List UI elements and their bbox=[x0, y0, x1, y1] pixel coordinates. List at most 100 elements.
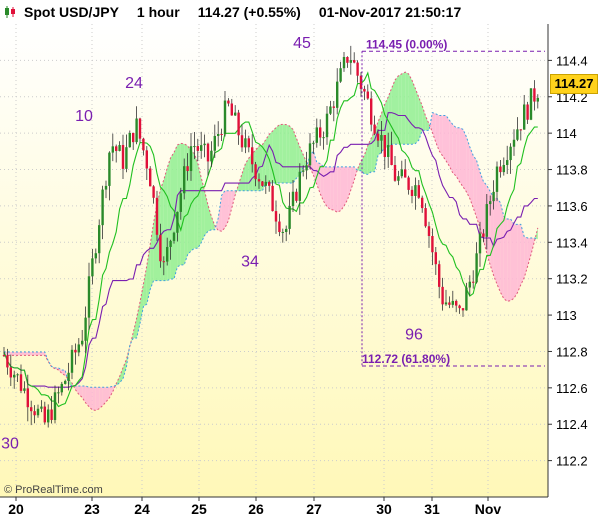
candle-body bbox=[353, 60, 356, 63]
candle-body bbox=[281, 231, 284, 233]
candle-body bbox=[356, 62, 359, 76]
cloud-segment bbox=[7, 351, 11, 356]
candle-body bbox=[43, 406, 46, 423]
candle-body bbox=[26, 388, 29, 408]
candle-body bbox=[57, 392, 60, 394]
candle-body bbox=[2, 355, 6, 357]
candle-body bbox=[529, 88, 533, 120]
candle-body bbox=[152, 186, 155, 198]
candle-body bbox=[108, 152, 111, 186]
candle-body bbox=[427, 226, 431, 237]
watermark: © ProRealTime.com bbox=[4, 484, 103, 496]
cloud-segment bbox=[337, 166, 341, 213]
candle-body bbox=[30, 407, 33, 412]
candle-body bbox=[36, 408, 40, 416]
candle-body bbox=[189, 146, 193, 172]
candle-body bbox=[482, 233, 485, 237]
candle-body bbox=[519, 129, 522, 131]
price-chart: 114.45 (0.00%) 112.72 (61.80%) 30 10 24 34 45… bbox=[0, 0, 600, 519]
cloud-segment bbox=[269, 131, 273, 184]
cloud-segment bbox=[459, 127, 463, 187]
cloud-segment bbox=[473, 155, 477, 218]
candle-body bbox=[200, 145, 203, 151]
candle-body bbox=[19, 374, 23, 391]
candle-body bbox=[33, 411, 36, 416]
cloud-segment bbox=[276, 124, 280, 184]
candle-body bbox=[104, 185, 108, 190]
candle-body bbox=[196, 146, 199, 151]
candle-body bbox=[193, 146, 196, 148]
candle-body bbox=[451, 300, 454, 305]
candle-body bbox=[115, 146, 118, 151]
candle-body bbox=[264, 181, 267, 186]
candle-body bbox=[138, 118, 142, 139]
cloud-segment bbox=[167, 157, 171, 281]
cloud-segment bbox=[99, 387, 103, 409]
candle-body bbox=[64, 380, 67, 384]
candle-body bbox=[315, 127, 318, 143]
cloud-segment bbox=[456, 127, 460, 182]
candle-body bbox=[312, 142, 315, 144]
candle-body bbox=[502, 164, 505, 173]
candle-body bbox=[111, 146, 114, 153]
candle-body bbox=[91, 258, 94, 277]
candle-body bbox=[288, 206, 291, 229]
candle-body bbox=[533, 88, 536, 102]
candle-body bbox=[444, 302, 448, 305]
candle-body bbox=[9, 367, 12, 378]
candle-body bbox=[155, 197, 159, 235]
y-tick-label: 113.8 bbox=[556, 163, 588, 178]
candle-body bbox=[244, 138, 247, 148]
cloud-segment bbox=[371, 131, 375, 172]
cloud-segment bbox=[293, 129, 297, 184]
candle-body bbox=[223, 100, 227, 135]
candle-body bbox=[67, 372, 70, 381]
quote-label: 114.27 (+0.55%) bbox=[197, 4, 301, 20]
candle-body bbox=[319, 127, 322, 138]
candle-body bbox=[393, 165, 397, 181]
candle-body bbox=[251, 147, 254, 165]
y-tick-label: 113 bbox=[556, 308, 577, 323]
candle-body bbox=[159, 234, 162, 262]
candle-body bbox=[506, 160, 509, 165]
candle-body bbox=[526, 104, 529, 120]
wave-label: 24 bbox=[125, 75, 143, 92]
cloud-segment bbox=[412, 80, 416, 145]
candle-body bbox=[145, 150, 148, 169]
candle-body bbox=[421, 197, 424, 209]
y-tick-label: 113.4 bbox=[556, 235, 588, 250]
candle-body bbox=[121, 145, 125, 169]
candle-body bbox=[53, 392, 57, 420]
cloud-segment bbox=[170, 152, 174, 279]
candle-body bbox=[489, 201, 492, 205]
candle-body bbox=[339, 68, 342, 82]
y-tick-label: 114.4 bbox=[556, 53, 588, 68]
candle-body bbox=[125, 147, 128, 169]
candle-body bbox=[176, 211, 179, 233]
cloud-segment bbox=[289, 126, 293, 184]
candle-body bbox=[349, 60, 352, 63]
candle-body bbox=[380, 135, 383, 141]
candle-body bbox=[329, 106, 332, 114]
cloud-segment bbox=[463, 129, 467, 192]
cloud-segment bbox=[221, 190, 225, 232]
candle-body bbox=[6, 355, 9, 368]
candle-body bbox=[400, 169, 403, 177]
candle-body bbox=[295, 191, 298, 201]
candle-body bbox=[206, 143, 210, 162]
cloud-segment bbox=[500, 202, 504, 299]
candle-body bbox=[230, 103, 233, 116]
cloud-segment bbox=[27, 351, 32, 356]
candle-body bbox=[172, 232, 176, 241]
candle-body bbox=[475, 253, 478, 283]
candle-body bbox=[461, 308, 465, 311]
candle-body bbox=[247, 138, 250, 148]
candle-body bbox=[509, 146, 512, 161]
candle-body bbox=[302, 170, 305, 172]
candle-body bbox=[149, 168, 152, 187]
candle-body bbox=[142, 138, 145, 151]
chart-root: 114.45 (0.00%) 112.72 (61.80%) 30 10 24 34 45… bbox=[0, 0, 600, 519]
candle-body bbox=[237, 112, 240, 136]
candle-body bbox=[254, 164, 257, 180]
cloud-segment bbox=[279, 124, 283, 184]
